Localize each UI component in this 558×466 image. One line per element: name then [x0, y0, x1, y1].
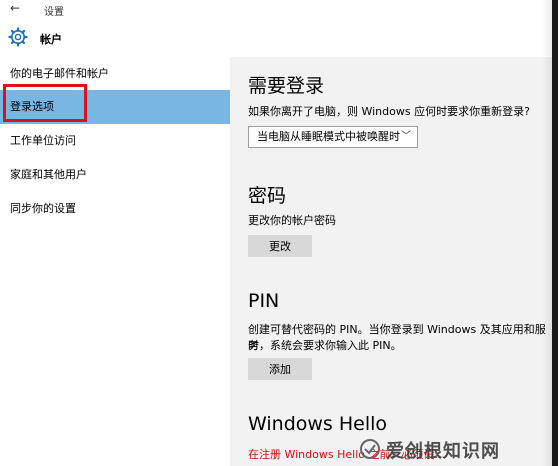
gear-icon: [8, 27, 28, 47]
window-title: 设置: [44, 7, 64, 18]
sidebar-item-email-accounts[interactable]: 你的电子邮件和帐户: [0, 57, 230, 91]
sidebar-item-signin-options[interactable]: 登录选项: [0, 90, 230, 124]
windows-hello-heading: Windows Hello: [248, 413, 388, 435]
change-password-button[interactable]: 更改: [248, 235, 312, 257]
window-edge: [552, 0, 558, 466]
pin-heading: PIN: [248, 290, 280, 312]
dropdown-value: 当电脑从睡眠模式中被唤醒时: [257, 130, 400, 143]
signin-required-dropdown[interactable]: 当电脑从睡眠模式中被唤醒时 ﹀: [248, 126, 418, 148]
signin-heading: 需要登录: [248, 75, 325, 97]
watermark-text: 爱创根知识网: [386, 441, 500, 462]
back-arrow-icon[interactable]: ←: [10, 1, 20, 15]
password-heading: 密码: [248, 185, 287, 207]
sidebar-item-family-users[interactable]: 家庭和其他用户: [0, 158, 230, 192]
signin-description: 如果你离开了电脑，则 Windows 应何时要求你重新登录?: [248, 105, 530, 118]
password-description: 更改你的帐户密码: [248, 214, 336, 227]
page-header: 帐户: [0, 19, 558, 57]
page-title: 帐户: [40, 33, 62, 46]
sidebar: 你的电子邮件和帐户 登录选项 工作单位访问 家庭和其他用户 同步你的设置: [0, 57, 230, 466]
title-bar: ← 设置: [0, 0, 558, 19]
watermark-logo-icon: [360, 439, 380, 459]
window-edge-shadow: [542, 0, 552, 466]
add-pin-button[interactable]: 添加: [248, 358, 312, 380]
pin-description-line2: 时，系统会要求你输入此 PIN。: [248, 339, 402, 352]
main-content: 需要登录 如果你离开了电脑，则 Windows 应何时要求你重新登录? 当电脑从…: [230, 57, 552, 466]
chevron-down-icon: ﹀: [401, 131, 411, 142]
sidebar-item-work-access[interactable]: 工作单位访问: [0, 124, 230, 158]
sidebar-item-sync-settings[interactable]: 同步你的设置: [0, 192, 230, 226]
